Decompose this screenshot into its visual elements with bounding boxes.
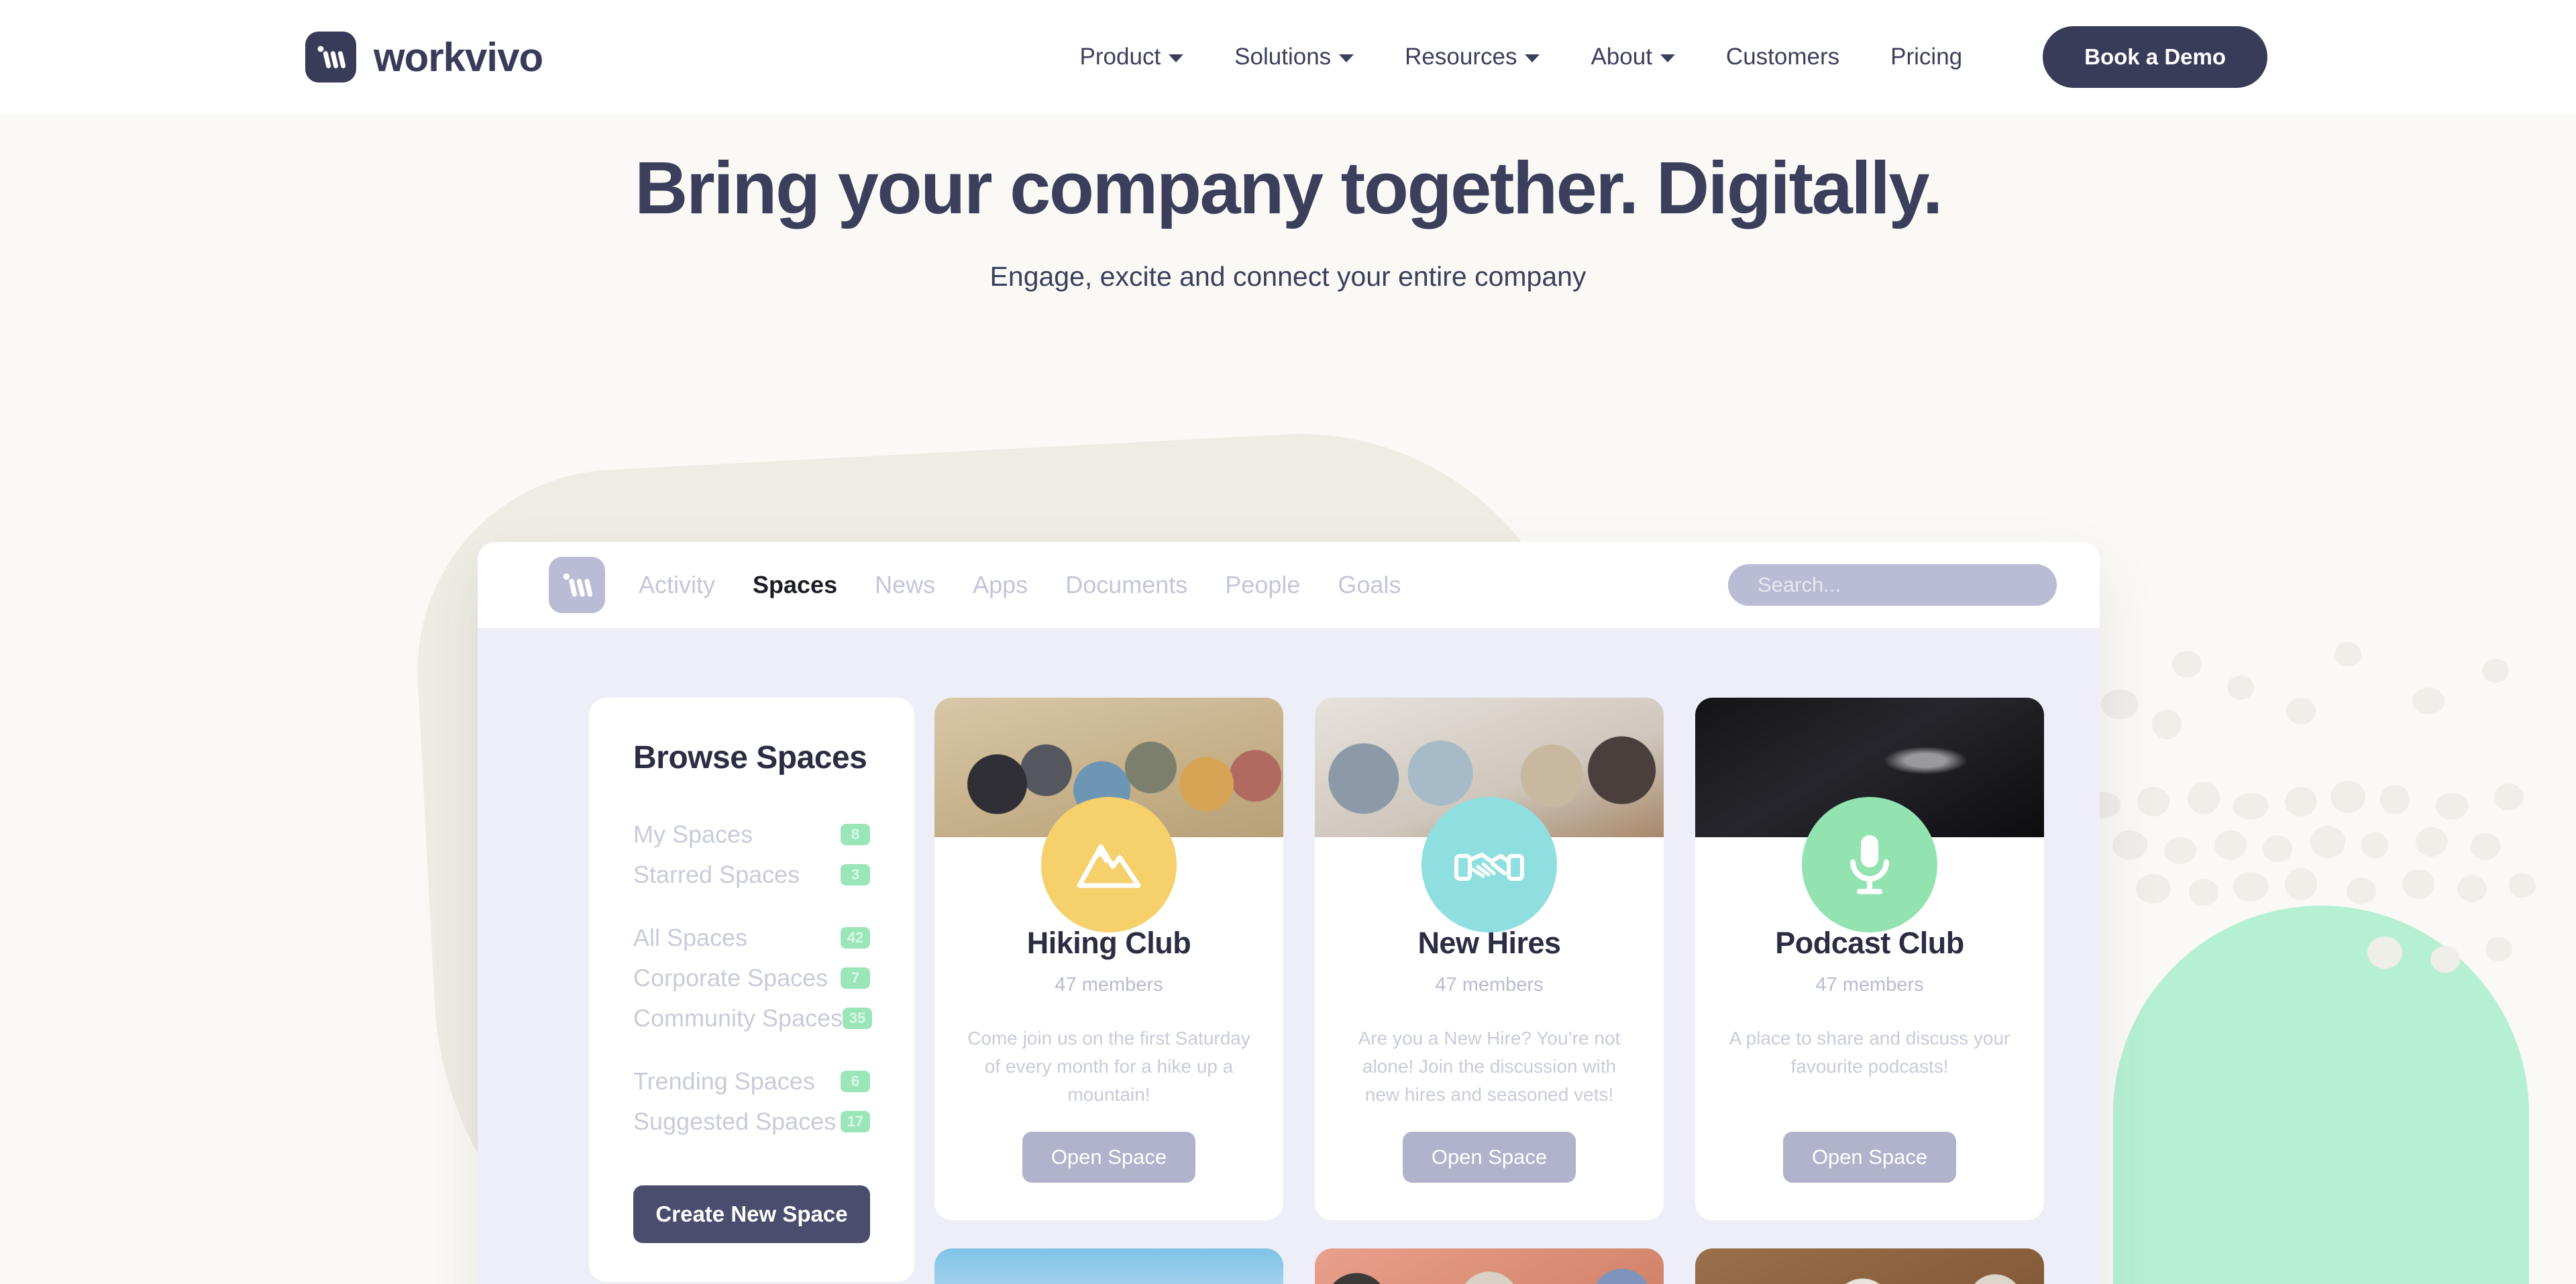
sidebar-item-starred-spaces[interactable]: Starred Spaces 3 <box>633 861 870 889</box>
sidebar-item-my-spaces[interactable]: My Spaces 8 <box>633 820 870 849</box>
nav-label: About <box>1591 44 1652 70</box>
status-badge: 35 <box>843 1008 873 1029</box>
status-badge: 3 <box>841 864 870 886</box>
tab-activity[interactable]: Activity <box>639 571 715 599</box>
status-badge: 6 <box>841 1071 870 1092</box>
chevron-down-icon <box>1660 54 1675 62</box>
spaces-card-grid: Hiking Club 47 members Come join us on t… <box>934 698 2100 1284</box>
microphone-icon <box>1802 797 1937 932</box>
nav-label: Product <box>1079 44 1161 70</box>
workvivo-logo-icon <box>305 32 356 83</box>
space-card-toronto-office[interactable]: Toronto Office 47 members Open Space <box>934 1248 1283 1284</box>
card-member-count: 47 members <box>1055 974 1163 996</box>
nav-label: Resources <box>1405 44 1517 70</box>
browse-spaces-panel: Browse Spaces My Spaces 8 Starred Spaces… <box>589 698 914 1282</box>
status-badge: 7 <box>841 967 870 989</box>
tab-people[interactable]: People <box>1225 571 1300 599</box>
card-description: Are you a New Hire? You’re not alone! Jo… <box>1358 1028 1621 1105</box>
nav-item-solutions[interactable]: Solutions <box>1234 44 1354 70</box>
space-card-hiking-club[interactable]: Hiking Club 47 members Come join us on t… <box>934 698 1283 1220</box>
nav-label: Customers <box>1725 44 1840 70</box>
sidebar-item-community-spaces[interactable]: Community Spaces 35 <box>633 1004 873 1032</box>
sidebar-item-corporate-spaces[interactable]: Corporate Spaces 7 <box>633 964 870 992</box>
browse-spaces-list: My Spaces 8 Starred Spaces 3 All Spaces … <box>633 820 873 1136</box>
sidebar-item-trending-spaces[interactable]: Trending Spaces 6 <box>633 1067 870 1095</box>
sidebar-item-label: Corporate Spaces <box>633 964 828 992</box>
primary-navigation: Product Solutions Resources About Custom… <box>1080 44 1963 70</box>
open-space-button[interactable]: Open Space <box>1022 1132 1195 1183</box>
sidebar-item-label: Suggested Spaces <box>633 1108 837 1135</box>
nav-item-product[interactable]: Product <box>1080 44 1184 70</box>
chevron-down-icon <box>1339 54 1354 62</box>
create-new-space-button[interactable]: Create New Space <box>633 1185 870 1243</box>
open-space-button[interactable]: Open Space <box>1403 1132 1576 1183</box>
space-card-marketing-team[interactable]: Marketing Team 47 members Open Space <box>1695 1248 2044 1284</box>
sidebar-item-label: All Spaces <box>633 924 748 951</box>
landing-page: workvivo Product Solutions Resources Abo… <box>0 0 2576 1284</box>
tab-documents[interactable]: Documents <box>1065 571 1187 599</box>
status-badge: 8 <box>841 824 870 845</box>
spaces-sidebar: Browse Spaces My Spaces 8 Starred Spaces… <box>589 698 914 1284</box>
sidebar-item-label: Community Spaces <box>633 1004 843 1032</box>
card-description: A place to share and discuss your favour… <box>1729 1028 2010 1077</box>
handshake-icon <box>1421 797 1557 932</box>
nav-item-customers[interactable]: Customers <box>1726 44 1839 70</box>
mountain-icon <box>1041 797 1177 932</box>
app-mockup-window: Activity Spaces News Apps Documents Peop… <box>478 542 2100 1284</box>
hero-section: Bring your company together. Digitally. … <box>0 114 2576 1284</box>
tab-news[interactable]: News <box>875 571 935 599</box>
space-card-podcast-club[interactable]: Podcast Club 47 members A place to share… <box>1695 698 2044 1220</box>
nav-item-pricing[interactable]: Pricing <box>1890 44 1962 70</box>
card-member-count: 47 members <box>1435 974 1544 996</box>
workvivo-app-logo-icon[interactable] <box>549 557 605 613</box>
sidebar-item-label: Starred Spaces <box>633 861 800 888</box>
tab-goals[interactable]: Goals <box>1338 571 1401 599</box>
space-card-new-hires[interactable]: New Hires 47 members Are you a New Hire?… <box>1315 698 1664 1220</box>
card-cover-image <box>1695 1248 2044 1284</box>
browse-spaces-title: Browse Spaces <box>633 740 867 775</box>
browse-group-all: All Spaces 42 Corporate Spaces 7 Communi… <box>633 924 873 1032</box>
status-badge: 17 <box>841 1111 870 1132</box>
nav-label: Solutions <box>1234 44 1332 70</box>
brand-logo[interactable]: workvivo <box>305 32 543 83</box>
card-member-count: 47 members <box>1815 974 1924 996</box>
chevron-down-icon <box>1525 54 1540 62</box>
browse-group-personal: My Spaces 8 Starred Spaces 3 <box>633 820 870 889</box>
card-cover-image <box>934 1248 1283 1284</box>
site-header: workvivo Product Solutions Resources Abo… <box>0 0 2576 114</box>
sidebar-item-suggested-spaces[interactable]: Suggested Spaces 17 <box>633 1108 870 1136</box>
brand-name: workvivo <box>374 34 543 80</box>
chevron-down-icon <box>1169 54 1184 62</box>
search-placeholder: Search... <box>1758 573 1841 596</box>
page-title: Bring your company together. Digitally. <box>635 147 1943 229</box>
space-card-diversity-inclusion[interactable]: Diversity & Inclusion 47 members Open Sp… <box>1315 1248 1664 1284</box>
spaces-grid-column: Hiking Club 47 members Come join us on t… <box>934 698 2100 1284</box>
sidebar-item-all-spaces[interactable]: All Spaces 42 <box>633 924 870 952</box>
search-input[interactable]: Search... <box>1728 564 2057 606</box>
status-badge: 42 <box>841 927 870 949</box>
sidebar-item-label: My Spaces <box>633 820 753 848</box>
hero-subtitle: Engage, excite and connect your entire c… <box>989 261 1587 292</box>
decorative-dot-pattern <box>2086 642 2536 973</box>
tab-apps[interactable]: Apps <box>973 571 1028 599</box>
app-content-area: Browse Spaces My Spaces 8 Starred Spaces… <box>478 628 2100 1284</box>
browse-group-discover: Trending Spaces 6 Suggested Spaces 17 <box>633 1067 870 1136</box>
open-space-button[interactable]: Open Space <box>1783 1132 1956 1183</box>
tab-spaces[interactable]: Spaces <box>753 571 837 599</box>
book-a-demo-button[interactable]: Book a Demo <box>2043 26 2267 88</box>
nav-label: Pricing <box>1890 44 1963 70</box>
nav-item-about[interactable]: About <box>1591 44 1675 70</box>
nav-item-resources[interactable]: Resources <box>1405 44 1540 70</box>
sidebar-item-label: Trending Spaces <box>633 1067 815 1095</box>
card-cover-image <box>1315 1248 1664 1284</box>
card-description: Come join us on the first Saturday of ev… <box>967 1028 1250 1105</box>
app-topbar: Activity Spaces News Apps Documents Peop… <box>478 542 2100 628</box>
app-tab-bar: Activity Spaces News Apps Documents Peop… <box>639 571 1401 599</box>
